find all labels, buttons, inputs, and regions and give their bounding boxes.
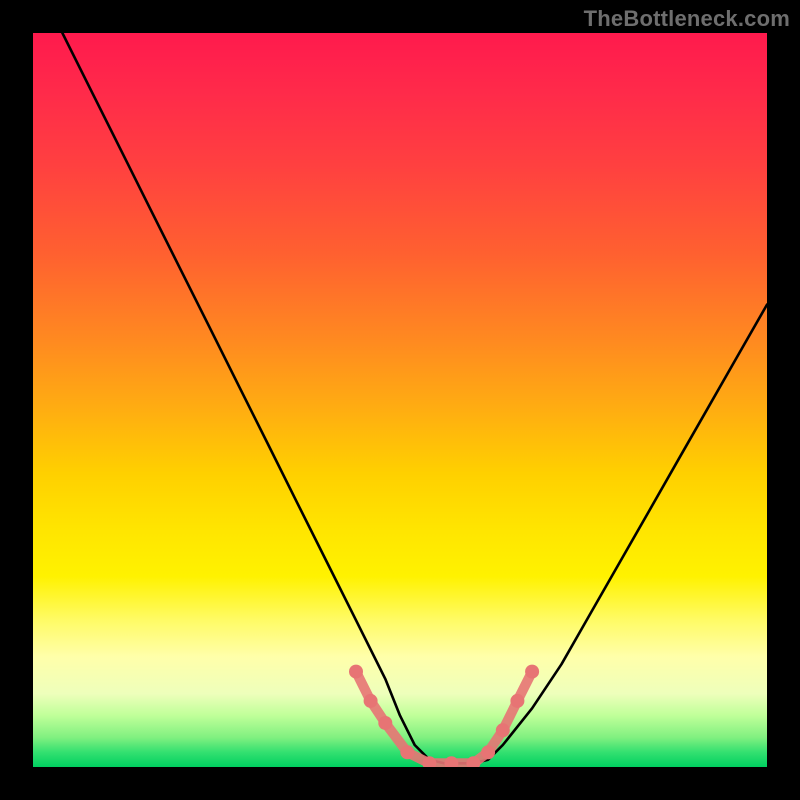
curve-line <box>62 33 767 763</box>
curve-markers <box>349 665 539 767</box>
chart-frame: TheBottleneck.com <box>0 0 800 800</box>
watermark-text: TheBottleneck.com <box>584 6 790 32</box>
plot-area <box>33 33 767 767</box>
chart-svg <box>33 33 767 767</box>
